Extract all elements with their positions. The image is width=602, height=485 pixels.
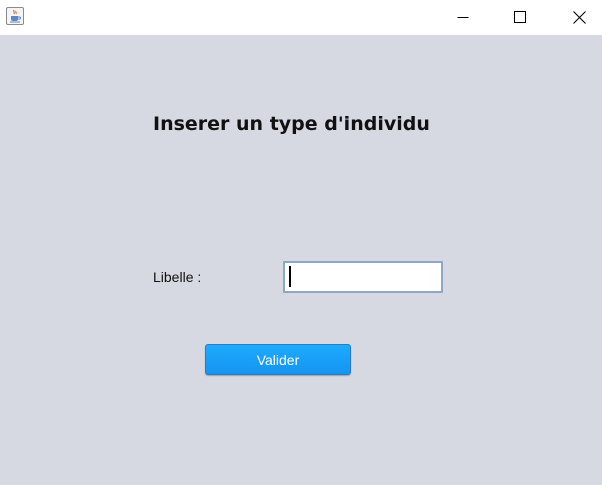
app-window: Inserer un type d'individu Libelle : Val… [0,0,602,485]
page-title: Inserer un type d'individu [153,113,430,135]
minimize-icon [457,17,469,18]
valider-button[interactable]: Valider [205,344,351,375]
java-cup-icon[interactable] [6,7,24,25]
libelle-label: Libelle : [153,269,202,285]
form-panel: Inserer un type d'individu Libelle : Val… [0,35,602,485]
maximize-button[interactable] [497,0,543,34]
minimize-button[interactable] [440,0,486,34]
close-icon [572,10,586,24]
close-button[interactable] [556,0,602,34]
text-caret [289,266,291,287]
title-bar [0,0,602,35]
maximize-icon [514,11,526,23]
libelle-input[interactable] [283,261,443,293]
